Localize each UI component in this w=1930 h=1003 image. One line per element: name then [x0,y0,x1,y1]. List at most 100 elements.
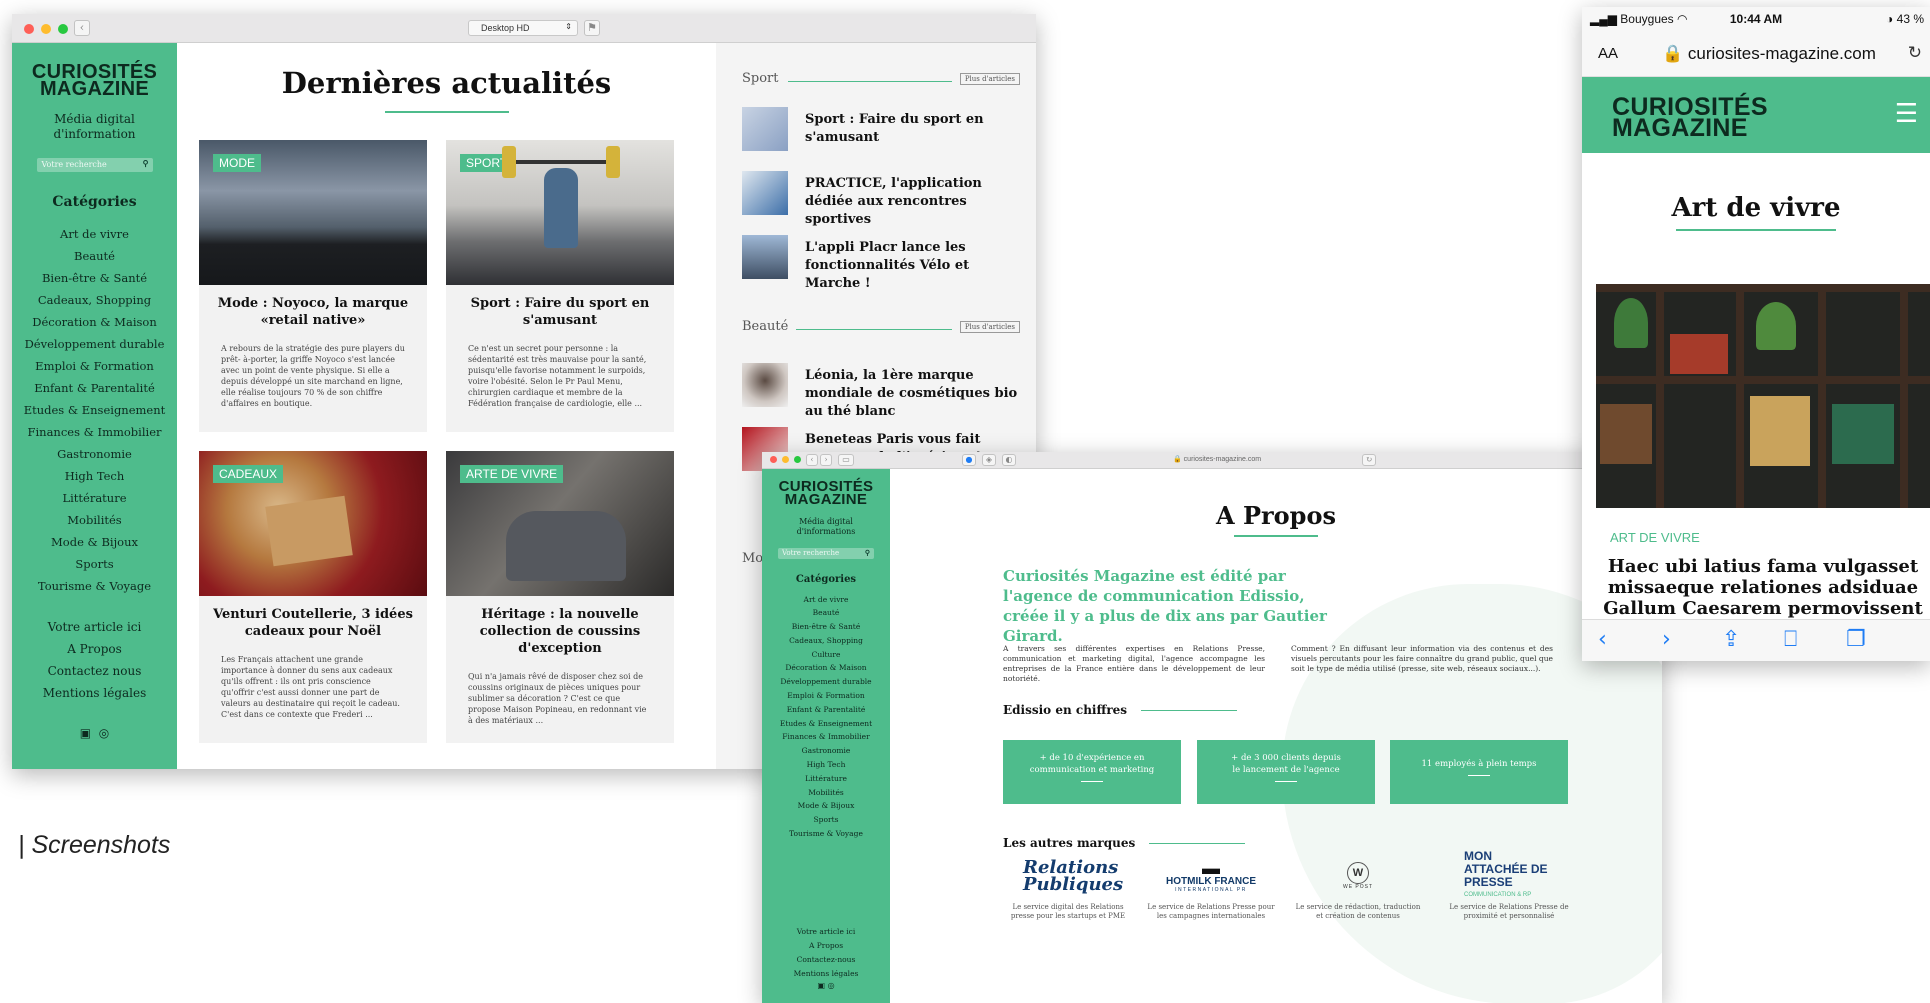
flag-icon[interactable]: ⚑ [584,20,600,36]
sidebar-category-item[interactable]: Art de vivre [12,223,177,245]
sidebar-category-item[interactable]: Tourisme & Voyage [762,827,890,841]
sidebar-category-item[interactable]: Etudes & Enseignement [12,399,177,421]
chevron-left-icon[interactable]: ‹ [74,20,90,36]
sidebar-category-item[interactable]: Emploi & Formation [12,355,177,377]
sidebar-category-item[interactable]: Développement durable [12,333,177,355]
sidebar-category-item[interactable]: Enfant & Parentalité [12,377,177,399]
bookmarks-icon[interactable]: ⎕ [1784,627,1797,652]
sidebar-category-item[interactable]: Décoration & Maison [12,311,177,333]
sidebar-link[interactable]: Votre article ici [762,925,890,939]
rail-article[interactable]: Léonia, la 1ère marque mondiale de cosmé… [716,361,1036,425]
back-icon[interactable]: ‹ [806,454,818,466]
sidebar-link[interactable]: Mentions légales [12,682,177,704]
back-icon[interactable]: ‹ [1598,627,1607,652]
sidebar-category-item[interactable]: High Tech [12,465,177,487]
news-card[interactable]: SPORT Sport : Faire du sport en s'amusan… [446,140,674,432]
instagram-icon[interactable]: ◎ [828,981,835,990]
sidebar-link[interactable]: A Propos [762,939,890,953]
brand-relations-publiques[interactable]: Relations Publiques Le service digital d… [1003,857,1133,921]
sidebar-category-item[interactable]: Emploi & Formation [762,689,890,703]
close-icon[interactable] [770,456,777,463]
rail-article[interactable]: L'appli Placr lance les fonctionnalités … [716,233,1036,297]
forward-icon[interactable]: › [1662,627,1671,652]
url-field[interactable]: 🔒 curiosites-magazine.com [1662,44,1876,64]
sidebar-category-item[interactable]: Enfant & Parentalité [762,703,890,717]
category-badge[interactable]: ARTE DE VIVRE [460,465,564,483]
rail-article[interactable]: PRACTICE, l'application dédiée aux renco… [716,169,1036,233]
search-input[interactable]: Votre recherche ⚲ [778,547,874,559]
brand-wepost[interactable]: W WE POST Le service de rédaction, tradu… [1293,857,1423,921]
sidebar-category-item[interactable]: Mobilités [12,509,177,531]
article-category[interactable]: ART DE VIVRE [1610,530,1700,545]
maximize-icon[interactable] [58,24,68,34]
minimize-icon[interactable] [41,24,51,34]
sidebar-category-item[interactable]: Mobilités [762,786,890,800]
sidebar-link[interactable]: A Propos [12,638,177,660]
sidebar-link[interactable]: Contactez-nous [762,953,890,967]
sidebar-toggle-icon[interactable]: ▭ [838,454,854,466]
sidebar-link[interactable]: Votre article ici [12,616,177,638]
facebook-icon[interactable]: ▣ [80,726,91,740]
news-card[interactable]: MODE Mode : Noyoco, la marque «retail na… [199,140,427,432]
more-articles-button[interactable]: Plus d'articles [959,73,1020,85]
sidebar-category-item[interactable]: High Tech [762,758,890,772]
search-icon[interactable]: ⚲ [143,158,149,168]
sidebar-category-item[interactable]: Finances & Immobilier [762,730,890,744]
maximize-icon[interactable] [794,456,801,463]
category-badge[interactable]: CADEAUX [213,465,284,483]
sidebar-category-item[interactable]: Cadeaux, Shopping [762,634,890,648]
brand-hotmilk[interactable]: ▬ HOTMILK FRANCE INTERNATIONAL PR Le ser… [1146,857,1276,921]
category-badge[interactable]: MODE [213,154,261,172]
sidebar-category-item[interactable]: Bien-être & Santé [12,267,177,289]
sidebar-category-item[interactable]: Littérature [762,772,890,786]
share-icon[interactable]: ⇪ [1722,627,1740,652]
article-title[interactable]: Sport : Faire du sport en s'amusant [805,111,1020,147]
sidebar-category-item[interactable]: Beauté [12,245,177,267]
reload-icon[interactable]: ↻ [1362,454,1376,466]
article-title[interactable]: L'appli Placr lance les fonctionnalités … [805,239,1020,293]
site-logo[interactable]: CURIOSITÉS MAGAZINE [12,62,177,99]
rail-article[interactable]: Sport : Faire du sport en s'amusant [716,105,1036,169]
search-icon[interactable]: ⚲ [865,548,870,557]
sidebar-category-item[interactable]: Développement durable [762,675,890,689]
site-logo[interactable]: CURIOSITÉS MAGAZINE [762,479,890,506]
card-title[interactable]: Sport : Faire du sport en s'amusant [456,295,664,329]
tabs-icon[interactable]: ❐ [1846,627,1866,652]
card-title[interactable]: Mode : Noyoco, la marque «retail native» [209,295,417,329]
instagram-icon[interactable]: ◎ [99,726,109,740]
news-card[interactable]: CADEAUX Venturi Coutellerie, 3 idées cad… [199,451,427,743]
sidebar-category-item[interactable]: Décoration & Maison [762,661,890,675]
card-title[interactable]: Venturi Coutellerie, 3 idées cadeaux pou… [209,606,417,640]
sidebar-category-item[interactable]: Mode & Bijoux [762,799,890,813]
sidebar-category-item[interactable]: Art de vivre [762,593,890,607]
sidebar-category-item[interactable]: Tourisme & Voyage [12,575,177,597]
facebook-icon[interactable]: ▣ [817,981,825,990]
shield-icon[interactable]: ◈ [982,454,996,466]
search-input[interactable]: Votre recherche ⚲ [36,158,153,172]
article-title[interactable]: PRACTICE, l'application dédiée aux renco… [805,175,1020,229]
card-title[interactable]: Héritage : la nouvelle collection de cou… [456,606,664,657]
sidebar-category-item[interactable]: Littérature [12,487,177,509]
article-headline[interactable]: Haec ubi latius fama vulgasset missaeque… [1596,556,1930,619]
sidebar-category-item[interactable]: Cadeaux, Shopping [12,289,177,311]
minimize-icon[interactable] [782,456,789,463]
sidebar-link[interactable]: Mentions légales [762,967,890,981]
sidebar-category-item[interactable]: Etudes & Enseignement [762,717,890,731]
sidebar-category-item[interactable]: Beauté [762,606,890,620]
address-bar[interactable]: 🔒 curiosites-magazine.com [1173,455,1261,463]
forward-icon[interactable]: › [820,454,832,466]
extension-icon[interactable]: ● [962,454,976,466]
sidebar-category-item[interactable]: Gastronomie [12,443,177,465]
reload-icon[interactable]: ↻ [1908,43,1922,63]
news-card[interactable]: ARTE DE VIVRE Héritage : la nouvelle col… [446,451,674,743]
sidebar-category-item[interactable]: Mode & Bijoux [12,531,177,553]
reader-icon[interactable]: ◐ [1002,454,1016,466]
article-title[interactable]: Léonia, la 1ère marque mondiale de cosmé… [805,367,1020,421]
site-logo[interactable]: CURIOSITÉS MAGAZINE [1612,94,1768,141]
sidebar-category-item[interactable]: Gastronomie [762,744,890,758]
more-articles-button[interactable]: Plus d'articles [959,321,1020,333]
close-icon[interactable] [24,24,34,34]
sidebar-category-item[interactable]: Sports [12,553,177,575]
brand-mon-attachee[interactable]: MON ATTACHÉE DE PRESSE COMMUNICATION & R… [1444,850,1574,921]
hamburger-menu-icon[interactable]: ☰ [1895,101,1918,127]
